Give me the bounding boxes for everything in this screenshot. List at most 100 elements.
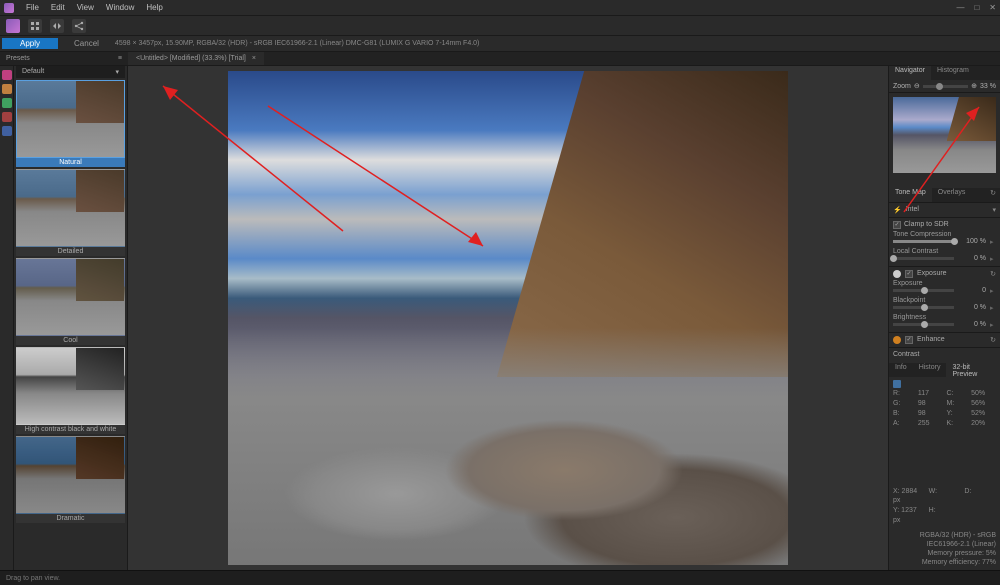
document-tab-label: <Untitled> [Modified] (33.3%) [Trial] xyxy=(136,55,246,62)
localcontrast-slider[interactable] xyxy=(893,257,954,260)
zoom-slider[interactable] xyxy=(923,85,968,88)
clamp-label: Clamp to SDR xyxy=(904,221,949,228)
tool-erase[interactable] xyxy=(2,112,12,122)
reset-icon[interactable]: ↻ xyxy=(990,270,996,278)
preset-thumb xyxy=(16,436,125,514)
zoom-label: Zoom xyxy=(893,83,911,90)
memory-efficiency-text: Memory efficiency: 77% xyxy=(893,558,996,567)
zoom-value: 33 % xyxy=(980,83,996,90)
canvas-area[interactable] xyxy=(128,66,888,570)
tab-32bit-preview[interactable]: 32-bit Preview xyxy=(946,363,1000,377)
exposure-section-label: Exposure xyxy=(917,270,947,277)
reset-icon[interactable]: ↻ xyxy=(990,336,996,344)
clamp-checkbox[interactable]: ✓ xyxy=(893,221,901,229)
preset-thumb xyxy=(16,80,125,158)
tool-mirror-icon[interactable] xyxy=(50,19,64,33)
preset-category-dropdown[interactable]: Default ▾ xyxy=(16,66,125,78)
right-panel: Navigator Histogram Zoom ⊖ ⊕ 33 % Tone M… xyxy=(888,66,1000,570)
tool-brush[interactable] xyxy=(2,84,12,94)
preset-label: Natural xyxy=(16,158,125,167)
stepper-icon[interactable]: ▸ xyxy=(990,255,996,263)
tab-close-icon[interactable]: × xyxy=(252,55,256,62)
menu-view[interactable]: View xyxy=(77,3,94,12)
presets-menu-icon[interactable]: ≡ xyxy=(118,55,122,62)
maximize-icon[interactable]: □ xyxy=(974,3,979,12)
presets-panel-header: Presets ≡ xyxy=(0,55,128,62)
tool-overlay[interactable] xyxy=(2,98,12,108)
stepper-icon[interactable]: ▸ xyxy=(990,238,996,246)
zoom-in-icon[interactable]: ⊕ xyxy=(971,82,977,90)
info-rgba-block: R:117C:50% G:98M:56% B:98Y:52% A:255K:20… xyxy=(889,377,1000,431)
preset-label: High contrast black and white xyxy=(16,425,125,434)
preset-bw[interactable]: High contrast black and white xyxy=(16,347,125,434)
localcontrast-label: Local Contrast xyxy=(893,248,996,255)
status-text: Drag to pan view. xyxy=(6,575,60,582)
enhance-label: Enhance xyxy=(917,336,945,343)
brightness-slider[interactable] xyxy=(893,323,954,326)
top-menu-bar: File Edit View Window Help — □ ✕ xyxy=(0,0,1000,16)
preset-dropdown-label: Default xyxy=(22,68,44,76)
menu-edit[interactable]: Edit xyxy=(51,3,65,12)
tool-share-icon[interactable] xyxy=(72,19,86,33)
tool-grid-icon[interactable] xyxy=(28,19,42,33)
main-area: Default ▾ Natural Detailed Cool High con… xyxy=(0,66,1000,570)
tonemap-preset-name: Intel xyxy=(906,206,919,213)
chevron-down-icon[interactable]: ▾ xyxy=(992,206,996,214)
tab-navigator[interactable]: Navigator xyxy=(889,66,931,80)
preset-detailed[interactable]: Detailed xyxy=(16,169,125,256)
apply-button[interactable]: Apply xyxy=(2,38,58,49)
compression-slider[interactable] xyxy=(893,240,954,243)
exposure-value: 0 xyxy=(958,287,986,294)
preset-natural[interactable]: Natural xyxy=(16,80,125,167)
minimize-icon[interactable]: — xyxy=(956,3,964,12)
menu-help[interactable]: Help xyxy=(146,3,162,12)
tool-hand[interactable] xyxy=(2,70,12,80)
zoom-out-icon[interactable]: ⊖ xyxy=(914,82,920,90)
compression-label: Tone Compression xyxy=(893,231,996,238)
menu-window[interactable]: Window xyxy=(106,3,134,12)
info-position-block: X: 2884 pxW:D: Y: 1237 pxH: xyxy=(889,484,1000,527)
preset-dramatic[interactable]: Dramatic xyxy=(16,436,125,523)
info-format-block: RGBA/32 (HDR) - sRGB IEC61966-2.1 (Linea… xyxy=(889,528,1000,570)
tab-overlays[interactable]: Overlays xyxy=(932,188,972,202)
tool-gradient[interactable] xyxy=(2,126,12,136)
canvas-image xyxy=(228,71,788,565)
tab-info[interactable]: Info xyxy=(889,363,913,377)
reset-icon[interactable]: ↻ xyxy=(986,188,1000,202)
menu-file[interactable]: File xyxy=(26,3,39,12)
file-info-text: 4598 × 3457px, 15.90MP, RGBA/32 (HDR) - … xyxy=(115,40,479,47)
stepper-icon[interactable]: ▸ xyxy=(990,321,996,329)
preset-cool[interactable]: Cool xyxy=(16,258,125,345)
chevron-down-icon: ▾ xyxy=(115,68,119,76)
format-text: RGBA/32 (HDR) - sRGB IEC61966-2.1 (Linea… xyxy=(893,531,996,549)
persona-button[interactable] xyxy=(6,19,20,33)
exposure-slider[interactable] xyxy=(893,289,954,292)
tab-histogram[interactable]: Histogram xyxy=(931,66,975,80)
contrast-label: Contrast xyxy=(893,351,919,358)
window-controls: — □ ✕ xyxy=(956,3,996,12)
cancel-button[interactable]: Cancel xyxy=(64,38,109,49)
document-tab[interactable]: <Untitled> [Modified] (33.3%) [Trial] × xyxy=(128,52,264,65)
app-logo xyxy=(4,3,14,13)
presets-title: Presets xyxy=(6,55,30,62)
close-icon[interactable]: ✕ xyxy=(989,3,996,12)
preset-thumb xyxy=(16,169,125,247)
tonemap-tabs: Tone Map Overlays ↻ xyxy=(889,188,1000,202)
clamp-section: ✓Clamp to SDR Tone Compression 100 %▸ Lo… xyxy=(889,217,1000,266)
navigator-thumbnail[interactable] xyxy=(893,97,996,173)
enhance-toggle[interactable]: ✓ xyxy=(905,336,913,344)
tonemap-preset-row: ⚡ Intel ▾ xyxy=(889,202,1000,217)
exposure-section: ✓Exposure↻ Exposure 0▸ Blackpoint 0 %▸ B… xyxy=(889,266,1000,332)
stepper-icon[interactable]: ▸ xyxy=(990,304,996,312)
presets-list: Natural Detailed Cool High contrast blac… xyxy=(14,78,127,570)
document-tab-bar: Presets ≡ <Untitled> [Modified] (33.3%) … xyxy=(0,52,1000,66)
blackpoint-slider[interactable] xyxy=(893,306,954,309)
stepper-icon[interactable]: ▸ xyxy=(990,287,996,295)
tab-tonemap[interactable]: Tone Map xyxy=(889,188,932,202)
exposure-toggle[interactable]: ✓ xyxy=(905,270,913,278)
preset-thumb xyxy=(16,347,125,425)
section-dot-icon xyxy=(893,270,901,278)
preset-label: Detailed xyxy=(16,247,125,256)
tool-strip xyxy=(0,66,14,570)
tab-history[interactable]: History xyxy=(913,363,947,377)
